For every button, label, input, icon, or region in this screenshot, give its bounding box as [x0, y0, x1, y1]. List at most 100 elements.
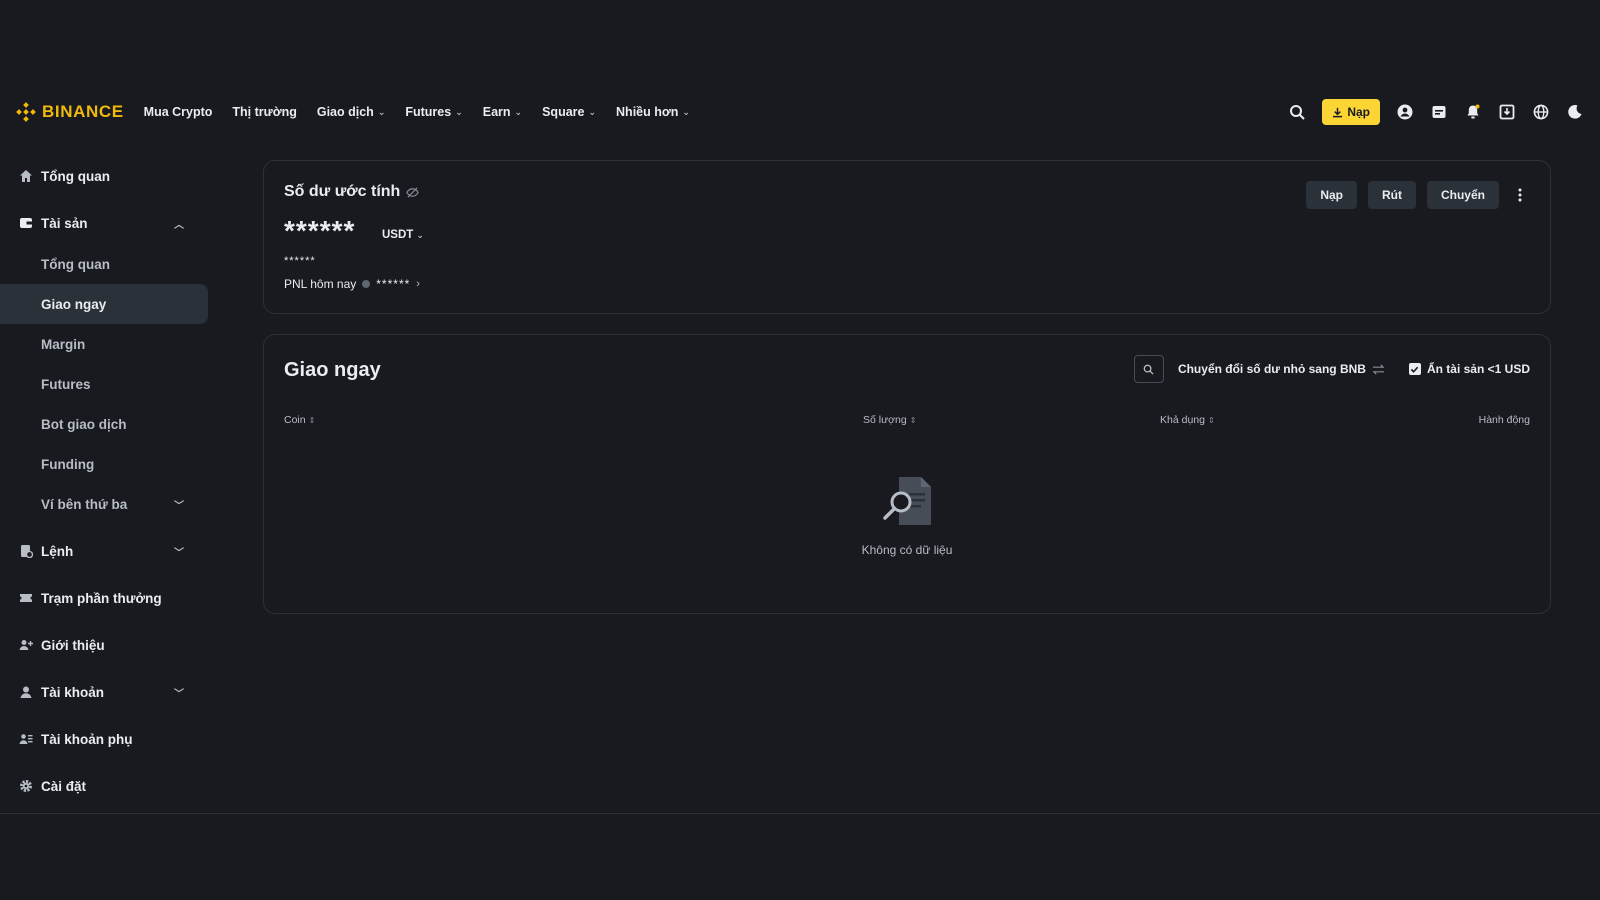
nav-more[interactable]: Nhiều hơn ⌄	[616, 105, 690, 119]
footer-divider	[0, 813, 1600, 814]
column-action: Hành động	[1479, 414, 1530, 426]
empty-state: Không có dữ liệu	[264, 475, 1550, 557]
nav-trade[interactable]: Giao dịch ⌄	[317, 105, 386, 119]
nav-buy-crypto[interactable]: Mua Crypto	[144, 105, 213, 119]
pnl-label: PNL hôm nay	[284, 277, 357, 291]
deposit-button[interactable]: Nạp	[1322, 99, 1380, 125]
chevron-down-icon: ﹀	[174, 547, 184, 559]
users-icon	[18, 731, 34, 747]
sidebar-item-label: Ví bên thứ ba	[41, 496, 128, 512]
chevron-right-icon[interactable]: ›	[416, 278, 420, 290]
main-nav: Mua Crypto Thị trường Giao dịch ⌄ Futures…	[144, 105, 690, 119]
moon-icon[interactable]	[1566, 103, 1584, 121]
sidebar-item-orders[interactable]: Lệnh ﹀	[0, 531, 210, 571]
pnl-today: PNL hôm nay ****** ›	[284, 277, 420, 291]
nav-futures[interactable]: Futures ⌄	[405, 105, 462, 119]
column-coin[interactable]: Coin ⇕	[284, 414, 315, 426]
info-icon[interactable]	[362, 280, 371, 288]
sidebar-item-account[interactable]: Tài khoản ﹀	[0, 672, 210, 712]
sidebar-item-label: Giới thiệu	[41, 637, 105, 653]
search-icon	[1144, 364, 1154, 375]
more-options-icon[interactable]	[1510, 181, 1530, 209]
deposit-action-button[interactable]: Nạp	[1306, 181, 1357, 209]
sort-icon: ⇕	[308, 415, 316, 425]
sidebar-subitem-spot[interactable]: Giao ngay	[0, 284, 208, 324]
sidebar-subitem-margin[interactable]: Margin	[0, 324, 210, 364]
sidebar-item-label: Tổng quan	[41, 168, 110, 184]
nav-label: Giao dịch	[316, 105, 374, 119]
orders-icon	[18, 543, 34, 559]
spot-title: Giao ngay	[284, 359, 381, 381]
column-available[interactable]: Khả dụng ⇕	[1160, 414, 1215, 426]
column-label: Số lượng	[863, 414, 907, 426]
sidebar-subitem-funding[interactable]: Funding	[0, 444, 210, 484]
chevron-down-icon: ﹀	[174, 500, 184, 512]
home-icon	[18, 168, 34, 184]
chevron-down-icon: ⌄	[455, 106, 463, 117]
sidebar-item-sub-account[interactable]: Tài khoản phụ	[0, 719, 210, 759]
sidebar-item-referral[interactable]: Giới thiệu	[0, 625, 210, 665]
brand-name: BINANCE	[42, 102, 124, 121]
sidebar: Tổng quan Tài sản ︿ Tổng quan Giao ngay …	[0, 156, 210, 806]
sidebar-item-assets[interactable]: Tài sản ︿	[0, 203, 210, 243]
chevron-down-icon: ⌄	[377, 106, 386, 117]
balance-value: ******	[284, 215, 356, 246]
binance-logo[interactable]: BINANCE	[16, 102, 124, 122]
estimated-balance-card: Số dư ước tính ****** USDT ⌄ ****** PNL …	[263, 160, 1551, 314]
nav-label: Square	[542, 105, 585, 119]
sidebar-item-label: Funding	[41, 456, 95, 472]
sidebar-item-overview[interactable]: Tổng quan	[0, 156, 210, 196]
sidebar-item-rewards-hub[interactable]: Trạm phần thưởng	[0, 578, 210, 618]
hide-small-assets-toggle[interactable]: Ẩn tài sản <1 USD	[1408, 362, 1530, 376]
sidebar-item-label: Tài khoản phụ	[41, 731, 133, 747]
sidebar-item-label: Futures	[41, 376, 91, 392]
sidebar-subitem-trading-bot[interactable]: Bot giao dịch	[0, 404, 210, 444]
column-label: Coin	[284, 414, 306, 426]
user-icon[interactable]	[1396, 103, 1414, 121]
spot-toolbar: Chuyển đổi số dư nhỏ sang BNB Ẩn tài sản…	[1133, 355, 1530, 383]
checkbox-checked-icon[interactable]	[1408, 363, 1421, 375]
sidebar-item-label: Tài sản	[41, 215, 88, 231]
ticket-icon	[18, 590, 34, 606]
sidebar-subitem-futures[interactable]: Futures	[0, 364, 210, 404]
search-icon[interactable]	[1288, 103, 1306, 121]
empty-state-text: Không có dữ liệu	[861, 543, 953, 557]
pnl-value: ******	[376, 277, 411, 291]
sidebar-item-settings[interactable]: Cài đặt	[0, 766, 210, 806]
column-label: Khả dụng	[1160, 414, 1205, 426]
download-app-icon[interactable]	[1498, 103, 1516, 121]
bell-icon[interactable]	[1464, 103, 1482, 121]
column-quantity[interactable]: Số lượng ⇕	[863, 414, 916, 426]
deposit-label: Nạp	[1347, 105, 1370, 119]
sidebar-subitem-third-party-wallet[interactable]: Ví bên thứ ba ﹀	[0, 484, 210, 524]
chevron-down-icon: ﹀	[174, 688, 184, 700]
download-icon	[1333, 107, 1343, 117]
column-label: Hành động	[1478, 414, 1530, 426]
eye-off-icon[interactable]	[406, 186, 420, 199]
chevron-down-icon: ⌄	[416, 229, 424, 240]
chevron-down-icon: ⌄	[514, 106, 523, 117]
sidebar-item-label: Tài khoản	[41, 684, 105, 700]
balance-title-text: Số dư ước tính	[284, 183, 401, 200]
transfer-button[interactable]: Chuyển	[1426, 181, 1499, 209]
user-icon	[18, 684, 34, 700]
sidebar-subitem-assets-overview[interactable]: Tổng quan	[0, 244, 210, 284]
nav-markets[interactable]: Thị trường	[232, 105, 296, 119]
nav-square[interactable]: Square ⌄	[542, 105, 596, 119]
nav-label: Futures	[405, 105, 452, 119]
asset-search-button[interactable]	[1133, 355, 1164, 383]
globe-icon[interactable]	[1532, 103, 1550, 121]
user-plus-icon	[18, 637, 34, 653]
spot-assets-card: Giao ngay Chuyển đổi số dư nhỏ sang BNB …	[263, 334, 1551, 614]
sidebar-item-label: Tổng quan	[41, 256, 110, 272]
currency-select[interactable]: USDT ⌄	[382, 229, 424, 241]
nav-earn[interactable]: Earn ⌄	[483, 105, 522, 119]
nav-label: Earn	[482, 105, 511, 119]
convert-small-balance-button[interactable]: Chuyển đổi số dư nhỏ sang BNB	[1178, 362, 1385, 376]
sidebar-item-label: Trạm phần thưởng	[41, 590, 162, 606]
orders-icon[interactable]	[1430, 103, 1448, 121]
currency-label: USDT	[382, 229, 414, 241]
chevron-down-icon: ⌄	[588, 106, 597, 117]
page: BINANCE Mua Crypto Thị trường Giao dịch ⌄…	[0, 0, 1600, 900]
withdraw-button[interactable]: Rút	[1367, 181, 1416, 209]
